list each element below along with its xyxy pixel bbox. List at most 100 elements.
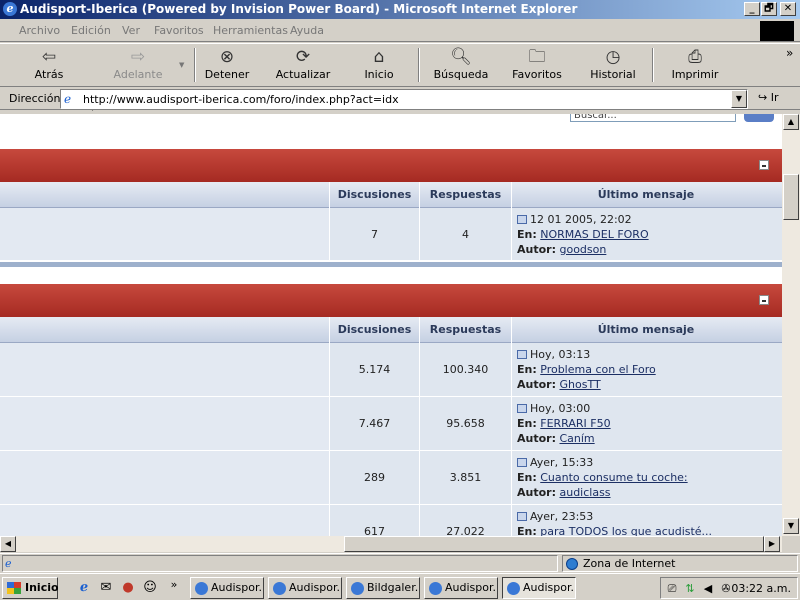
forum-info-cell[interactable]	[0, 451, 330, 504]
menu-favoritos[interactable]: Favoritos	[154, 24, 204, 37]
scroll-up-button[interactable]: ▲	[783, 114, 799, 130]
forward-label: Adelante	[113, 68, 163, 81]
forum-info-cell[interactable]	[0, 343, 330, 396]
column-header-row: Discusiones Respuestas Último mensaje	[0, 182, 782, 208]
horizontal-scrollbar[interactable]: ◀ ▶	[0, 536, 782, 552]
address-url[interactable]: http://www.audisport-iberica.com/foro/in…	[83, 93, 399, 106]
forum-replies-count: 95.658	[420, 397, 512, 450]
printer-icon: ⎙	[688, 47, 702, 67]
menu-ver[interactable]: Ver	[122, 24, 140, 37]
security-zone-panel: Zona de Internet	[562, 555, 798, 572]
forum-topics-count: 7.467	[330, 397, 420, 450]
forum-search-input[interactable]: Buscar...	[570, 114, 736, 122]
start-button[interactable]: Inicio	[2, 577, 59, 599]
last-post-topic-link[interactable]: para TODOS los que acudisté...	[540, 525, 712, 536]
last-post-icon[interactable]	[517, 458, 527, 467]
scroll-down-button[interactable]: ▼	[783, 518, 799, 534]
print-button[interactable]: ⎙ Imprimir	[670, 44, 720, 86]
tray-network-icon[interactable]: ⎚	[665, 582, 679, 595]
last-post-topic-link[interactable]: NORMAS DEL FORO	[540, 228, 648, 241]
last-post-in-label: En:	[517, 417, 537, 430]
taskbar-button-active[interactable]: Audispor...	[502, 577, 576, 599]
back-button[interactable]: ⇦ Atrás	[26, 44, 72, 86]
taskbar-button-label: Bildgaler...	[367, 581, 420, 594]
restore-button[interactable]: 🗗	[761, 2, 777, 16]
category-header	[0, 149, 782, 182]
scroll-right-button[interactable]: ▶	[764, 536, 780, 552]
toolbar-more-chevron[interactable]: »	[786, 46, 793, 60]
refresh-icon: ⟳	[295, 47, 311, 67]
page-status-icon: ℯ	[5, 557, 12, 570]
last-post-icon[interactable]	[517, 404, 527, 413]
col-replies-header: Respuestas	[420, 182, 512, 208]
forum-row: 7 4 12 01 2005, 22:02 En: NORMAS DEL FOR…	[0, 208, 782, 261]
last-post-icon[interactable]	[517, 350, 527, 359]
collapse-category-icon[interactable]	[759, 295, 769, 305]
taskbar-button[interactable]: Audispor...	[190, 577, 264, 599]
ie-window-icon	[195, 582, 208, 595]
forum-info-cell[interactable]	[0, 397, 330, 450]
address-dropdown-button[interactable]: ▼	[731, 90, 747, 108]
history-button[interactable]: ◷ Historial	[588, 44, 638, 86]
minimize-button[interactable]: _	[744, 2, 760, 16]
taskbar-button[interactable]: Audispor...	[268, 577, 342, 599]
quicklaunch-ie-icon[interactable]: ℯ	[76, 580, 92, 596]
last-post-author-link[interactable]: audiclass	[559, 486, 610, 499]
back-label: Atrás	[34, 68, 64, 81]
taskbar-button[interactable]: Audispor...	[424, 577, 498, 599]
favorites-button[interactable]: 🗀 Favoritos	[510, 44, 564, 86]
forward-dropdown-icon[interactable]: ▼	[179, 61, 184, 69]
vertical-scroll-thumb[interactable]	[783, 174, 799, 220]
window-title-bar[interactable]: e Audisport-Iberica (Powered by Invision…	[0, 0, 800, 19]
system-tray: ⎚ ⇅ ◀ ✇ 03:22 a.m.	[660, 577, 798, 599]
go-button[interactable]: ↪ Ir	[758, 91, 779, 104]
refresh-button[interactable]: ⟳ Actualizar	[274, 44, 332, 86]
page-viewport: Buscar... Discusiones Respuestas Último …	[0, 114, 782, 536]
quicklaunch-messenger-icon[interactable]: ☺	[142, 580, 158, 596]
quicklaunch-media-icon[interactable]: ●	[120, 580, 136, 596]
ie-window-icon	[273, 582, 286, 595]
last-post-topic-link[interactable]: Problema con el Foro	[540, 363, 655, 376]
column-header-row: Discusiones Respuestas Último mensaje	[0, 317, 782, 343]
forward-button[interactable]: ⇨ Adelante	[110, 44, 166, 86]
address-input[interactable]: ℯ http://www.audisport-iberica.com/foro/…	[60, 89, 748, 109]
taskbar-button[interactable]: Bildgaler...	[346, 577, 420, 599]
horizontal-scroll-thumb[interactable]	[344, 536, 764, 552]
vertical-scrollbar[interactable]: ▲ ▼	[782, 114, 800, 536]
last-post-date: Hoy, 03:13	[530, 348, 591, 361]
quicklaunch-more-chevron[interactable]: »	[166, 577, 182, 593]
address-label: Dirección	[9, 92, 61, 105]
menu-archivo[interactable]: Archivo	[19, 24, 60, 37]
forum-info-cell[interactable]	[0, 505, 330, 536]
last-post-icon[interactable]	[517, 215, 527, 224]
scroll-left-button[interactable]: ◀	[0, 536, 16, 552]
menu-ayuda[interactable]: Ayuda	[290, 24, 324, 37]
menu-herramientas[interactable]: Herramientas	[213, 24, 288, 37]
forum-topics-count: 5.174	[330, 343, 420, 396]
forum-info-cell[interactable]	[0, 208, 330, 260]
print-label: Imprimir	[671, 68, 719, 81]
col-forum-header	[0, 182, 330, 208]
status-bar: ℯ Zona de Internet	[0, 553, 800, 572]
search-button[interactable]: 🔍︎ Búsqueda	[432, 44, 490, 86]
last-post-topic-link[interactable]: FERRARI F50	[540, 417, 610, 430]
collapse-category-icon[interactable]	[759, 160, 769, 170]
tray-clock[interactable]: 03:22 a.m.	[731, 582, 791, 595]
forum-search-button[interactable]	[744, 114, 774, 122]
last-post-author-link[interactable]: Caním	[559, 432, 594, 445]
forum-replies-count: 4	[420, 208, 512, 260]
stop-button[interactable]: ⊗ Detener	[200, 44, 254, 86]
forum-last-post: Ayer, 15:33 En: Cuanto consume tu coche:…	[512, 451, 780, 504]
home-button[interactable]: ⌂ Inicio	[358, 44, 400, 86]
taskbar-button-label: Audispor...	[523, 581, 576, 594]
close-button[interactable]: ✕	[780, 2, 796, 16]
last-post-topic-link[interactable]: Cuanto consume tu coche:	[540, 471, 687, 484]
last-post-author-link[interactable]: GhosTT	[559, 378, 600, 391]
menu-edicion[interactable]: Edición	[71, 24, 111, 37]
quicklaunch-outlook-icon[interactable]: ✉	[98, 580, 114, 596]
tray-connection-icon[interactable]: ⇅	[683, 582, 697, 595]
last-post-in-label: En:	[517, 525, 537, 536]
last-post-author-link[interactable]: goodson	[559, 243, 606, 256]
tray-volume-icon[interactable]: ◀	[701, 582, 715, 595]
last-post-icon[interactable]	[517, 512, 527, 521]
